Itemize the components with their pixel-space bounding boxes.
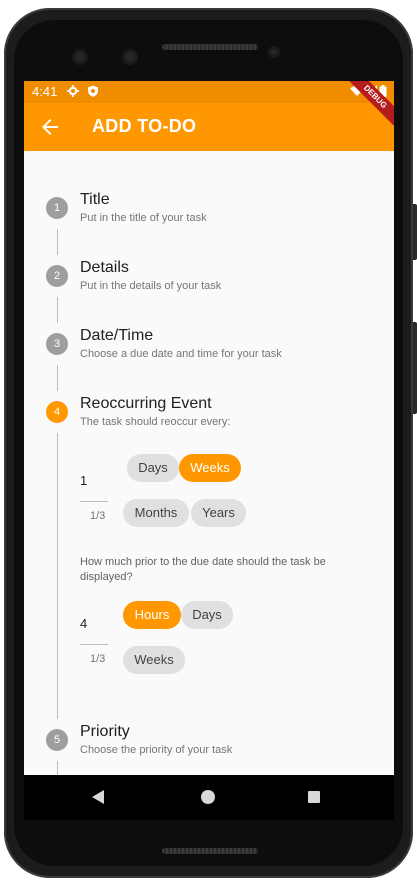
proximity-sensor <box>268 46 280 58</box>
app-bar: ADD TO-DO <box>24 103 394 151</box>
nav-back-icon[interactable] <box>92 790 104 804</box>
system-nav-bar <box>24 775 394 820</box>
front-camera <box>72 49 88 65</box>
step-number: 2 <box>46 265 68 287</box>
power-button <box>413 204 417 260</box>
step-connector <box>57 297 58 323</box>
chip-weeks-selected[interactable]: Weeks <box>179 454 241 482</box>
step-connector <box>57 761 58 775</box>
status-time: 4:41 <box>32 84 58 99</box>
step-subtitle: Choose the priority of your task <box>80 744 233 756</box>
step-subtitle: Put in the details of your task <box>80 280 222 292</box>
prior-display-value: 4 <box>80 616 88 631</box>
nav-home-icon[interactable] <box>201 790 215 804</box>
step-label: Priority <box>80 723 130 740</box>
status-bar: 4:41 <box>24 81 394 103</box>
step-label: Reoccurring Event <box>80 395 212 412</box>
step-label: Details <box>80 259 129 276</box>
step-number: 3 <box>46 333 68 355</box>
input-underline <box>80 501 108 502</box>
step-number: 4 <box>46 401 68 423</box>
chip-days[interactable]: Days <box>181 601 233 629</box>
earpiece-speaker <box>162 44 258 50</box>
stepper: 1 Title Put in the title of your task 2 … <box>24 151 394 775</box>
step-connector <box>57 229 58 255</box>
step-subtitle: The task should reoccur every: <box>80 416 231 428</box>
prior-display-question: How much prior to the due date should th… <box>80 556 326 583</box>
chip-hours-selected[interactable]: Hours <box>123 601 181 629</box>
input-underline <box>80 644 108 645</box>
shield-icon <box>88 85 98 97</box>
volume-button <box>413 322 417 414</box>
back-arrow-icon[interactable] <box>38 115 62 139</box>
chip-years[interactable]: Years <box>191 499 246 527</box>
step-number: 5 <box>46 729 68 751</box>
recurrence-value: 1 <box>80 473 88 488</box>
chip-months[interactable]: Months <box>123 499 189 527</box>
step-label: Title <box>80 191 110 208</box>
step-subtitle: Put in the title of your task <box>80 212 207 224</box>
step-label: Date/Time <box>80 327 154 344</box>
step-connector <box>57 433 58 719</box>
page-title: ADD TO-DO <box>92 116 197 136</box>
character-counter: 1/3 <box>90 510 106 522</box>
step-connector <box>57 365 58 391</box>
nav-recents-icon[interactable] <box>308 791 320 803</box>
step-number: 1 <box>46 197 68 219</box>
settings-icon <box>67 85 79 97</box>
step-subtitle: Choose a due date and time for your task <box>80 348 282 360</box>
chip-days[interactable]: Days <box>127 454 179 482</box>
bottom-speaker <box>162 848 258 854</box>
app-screen: 4:41 ADD TO-DO DEBUG 1 Title Put in the … <box>24 81 394 820</box>
chip-weeks[interactable]: Weeks <box>123 646 185 674</box>
front-sensor <box>122 49 138 65</box>
character-counter: 1/3 <box>90 653 106 665</box>
